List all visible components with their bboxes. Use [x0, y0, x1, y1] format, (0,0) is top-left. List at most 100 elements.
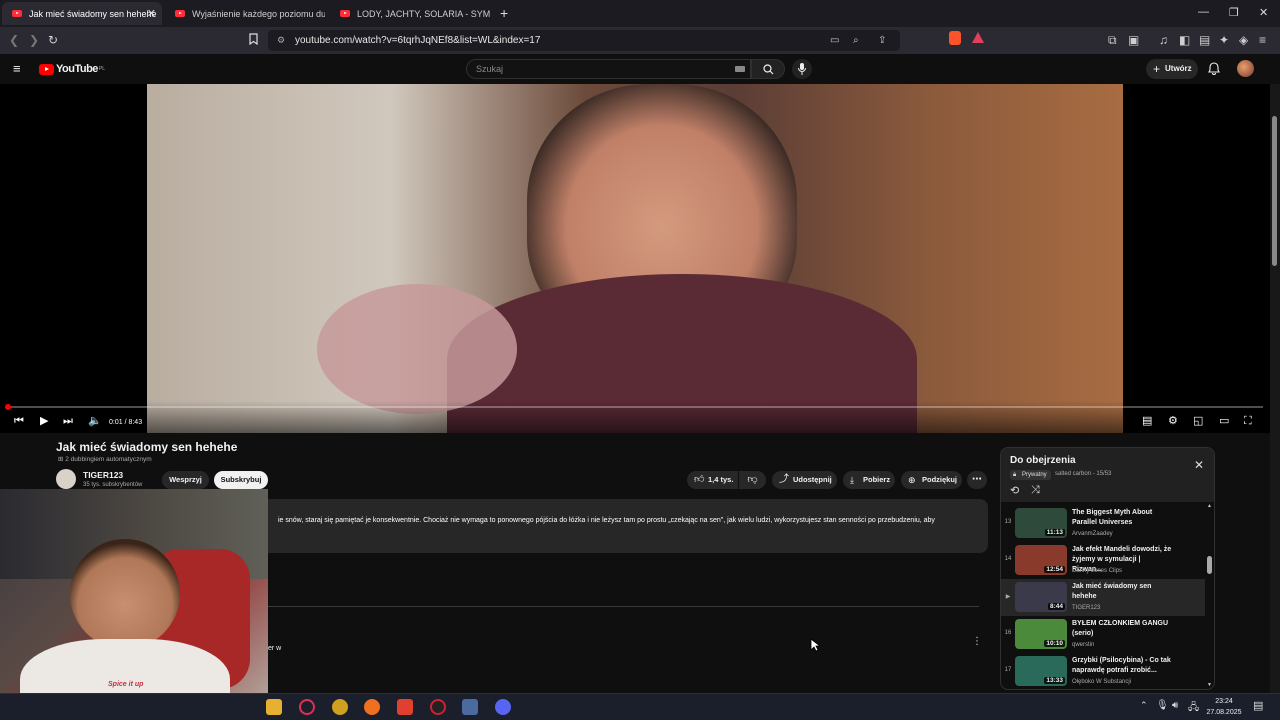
video-player[interactable]: ⏮ ▶ ⏭ 🔈 0:01 / 8:43 ▤ ⚙ ◱ ▭ ⛶: [0, 84, 1270, 433]
playlist-thumbnail[interactable]: 13:33: [1015, 656, 1067, 686]
share-icon[interactable]: ⇪: [878, 30, 886, 51]
hamburger-menu-icon[interactable]: ≡: [13, 62, 21, 75]
thanks-label: Podziękuj: [922, 475, 958, 484]
tab-active[interactable]: Jak mieć świadomy sen hehehe ✕: [2, 2, 162, 25]
play-icon[interactable]: ▶: [40, 415, 48, 427]
scroll-down-icon[interactable]: ▼: [1207, 682, 1212, 688]
playlist-item[interactable]: 17 13:33 Grzybki (Psilocybina) - Co tak na…: [1001, 653, 1205, 689]
support-button[interactable]: Wesprzyj: [162, 471, 209, 489]
loop-icon[interactable]: ⟲: [1010, 484, 1019, 497]
playlist-title[interactable]: Do obejrzenia: [1010, 455, 1076, 466]
sidebar-icon[interactable]: ◧: [1179, 33, 1190, 47]
new-tab-button[interactable]: +: [500, 5, 508, 21]
like-button[interactable]: 👍︎ 1,4 tys.: [687, 471, 738, 489]
page-scrollbar[interactable]: [1270, 84, 1280, 693]
tab-3[interactable]: LODY, JACHTY, SOLARIA - SYMBOLE: [330, 2, 490, 25]
tab-2[interactable]: Wyjaśnienie każdego poziomu duch: [165, 2, 325, 25]
channel-avatar[interactable]: [56, 469, 76, 489]
brave-shield-icon[interactable]: [949, 31, 961, 45]
subscribe-button[interactable]: Subskrybuj: [214, 471, 268, 489]
progress-bar[interactable]: [8, 406, 1263, 408]
playlist-item[interactable]: 14 12:54 Jak efekt Mandeli dowodzi, że żyj…: [1001, 542, 1205, 579]
leo-ai-icon[interactable]: ✦: [1219, 33, 1229, 47]
settings-gear-icon[interactable]: ⚙: [1168, 415, 1178, 427]
notifications-bell-icon[interactable]: [1208, 62, 1220, 75]
brave-rewards-icon[interactable]: [972, 32, 984, 43]
comment-menu-icon[interactable]: ⋮: [972, 636, 982, 647]
notification-center-icon[interactable]: ▤: [1253, 699, 1263, 712]
reader-icon[interactable]: ▣: [1128, 33, 1139, 47]
playlist-item-title[interactable]: Grzybki (Psilocybina) - Co tak naprawdę …: [1072, 656, 1172, 676]
discord-icon[interactable]: [495, 699, 511, 715]
volume-icon[interactable]: 🔈: [88, 415, 102, 427]
forward-icon[interactable]: ❯: [29, 33, 39, 47]
close-window-button[interactable]: ✕: [1259, 6, 1268, 19]
youtube-logo[interactable]: YouTube PL: [39, 63, 105, 75]
dislike-button[interactable]: 👎︎: [739, 471, 766, 489]
tray-volume-icon[interactable]: 🔊︎: [1172, 700, 1178, 711]
download-button[interactable]: ⤓ Pobierz: [843, 471, 895, 489]
tray-chevron-icon[interactable]: ⌃: [1140, 700, 1148, 711]
next-icon[interactable]: ⏭: [63, 415, 73, 427]
media-icon[interactable]: ♫: [1159, 33, 1168, 47]
playlist-item-title[interactable]: The Biggest Myth About Parallel Universe…: [1072, 508, 1172, 528]
playlist-thumbnail[interactable]: 11:13: [1015, 508, 1067, 538]
playlist-thumbnail[interactable]: 8:44: [1015, 582, 1067, 612]
wallet-icon[interactable]: ▤: [1199, 33, 1210, 47]
keyboard-icon[interactable]: [735, 66, 745, 72]
playlist-item[interactable]: 13 11:13 The Biggest Myth About Parallel U…: [1001, 505, 1205, 542]
playlist-item[interactable]: 16 10:10 BYŁEM CZŁONKIEM GANGU (serio) qwer…: [1001, 616, 1205, 653]
bookmark-icon[interactable]: [249, 33, 258, 48]
address-bar[interactable]: ⚙ youtube.com/watch?v=6tqrhJqNEf8&list=W…: [268, 30, 900, 51]
video-frame: [147, 84, 1123, 433]
more-actions-button[interactable]: ⋯: [967, 471, 987, 489]
back-icon[interactable]: ❮: [9, 33, 19, 47]
create-button[interactable]: + Utwórz: [1146, 59, 1198, 79]
playlist-scrollbar[interactable]: ▲ ▼: [1207, 503, 1212, 688]
theater-mode-icon[interactable]: ▭: [1219, 415, 1229, 427]
playlist-thumbnail[interactable]: 12:54: [1015, 545, 1067, 575]
shuffle-icon[interactable]: ⤨: [1031, 484, 1040, 497]
tab-close-icon[interactable]: ✕: [147, 7, 156, 20]
voice-search-button[interactable]: [792, 59, 812, 79]
playlist-thumbnail[interactable]: 10:10: [1015, 619, 1067, 649]
extensions-icon[interactable]: ⧉: [1108, 33, 1117, 47]
thanks-button[interactable]: ⊕ Podziękuj: [901, 471, 962, 489]
opera-icon[interactable]: [299, 699, 315, 715]
share-button[interactable]: ⤴ Udostępnij: [772, 471, 837, 489]
user-avatar[interactable]: [1237, 60, 1254, 77]
zoom-icon[interactable]: ⌕: [853, 30, 859, 51]
search-button[interactable]: [751, 59, 785, 79]
tray-mic-icon[interactable]: 🎙︎: [1156, 700, 1169, 711]
subtitles-icon[interactable]: ▤: [1142, 415, 1152, 427]
playlist-item[interactable]: ▶ 8:44 Jak mieć świadomy sen hehehe TIGER12…: [1001, 579, 1205, 616]
scroll-up-icon[interactable]: ▲: [1207, 503, 1212, 509]
miniplayer-icon[interactable]: ◱: [1193, 415, 1203, 427]
playlist-item-title[interactable]: Jak mieć świadomy sen hehehe: [1072, 582, 1172, 602]
fullscreen-icon[interactable]: ⛶: [1244, 415, 1252, 427]
obs-icon[interactable]: [430, 699, 446, 715]
clock[interactable]: 23:24 27.08.2025: [1205, 696, 1243, 718]
app-icon-7[interactable]: [462, 699, 478, 715]
maximize-button[interactable]: ❐: [1229, 6, 1239, 19]
cast-icon[interactable]: ▭: [830, 30, 839, 51]
close-playlist-icon[interactable]: ✕: [1194, 458, 1204, 472]
app-icon-3[interactable]: [332, 699, 348, 715]
previous-icon[interactable]: ⏮: [14, 415, 24, 427]
vpn-icon[interactable]: ◈: [1239, 33, 1248, 47]
playlist-scrollbar-thumb[interactable]: [1207, 556, 1212, 574]
file-explorer-icon[interactable]: [266, 699, 282, 715]
minimize-button[interactable]: —: [1198, 6, 1209, 18]
reload-icon[interactable]: ↻: [48, 33, 58, 47]
dubbing-icon: ⊞: [58, 456, 64, 463]
site-info-icon[interactable]: ⚙: [277, 30, 285, 51]
search-input[interactable]: Szukaj: [466, 59, 751, 79]
app-icon-4[interactable]: [364, 699, 380, 715]
app-icon-5[interactable]: [397, 699, 413, 715]
channel-name[interactable]: TIGER123: [83, 470, 123, 480]
progress-scrubber[interactable]: [5, 404, 11, 410]
menu-icon[interactable]: ≡: [1259, 33, 1266, 47]
playlist-item-title[interactable]: BYŁEM CZŁONKIEM GANGU (serio): [1072, 619, 1172, 639]
scrollbar-thumb[interactable]: [1272, 116, 1277, 266]
tray-network-icon[interactable]: 🖧: [1188, 700, 1199, 717]
